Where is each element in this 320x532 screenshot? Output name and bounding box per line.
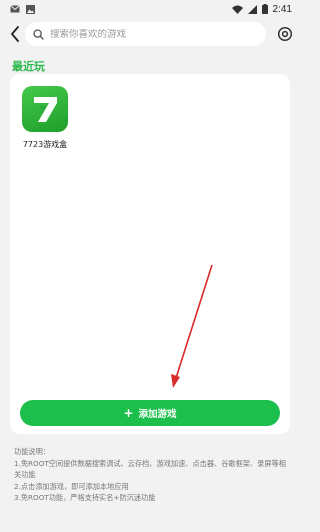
settings-button[interactable] — [275, 23, 295, 45]
search-icon — [33, 28, 44, 40]
battery-icon — [261, 4, 268, 14]
add-game-button[interactable]: + 添加游戏 — [20, 400, 280, 426]
7723-app-icon — [22, 86, 68, 132]
header — [0, 20, 300, 48]
notification-icons — [10, 4, 35, 14]
description-line-1: 1.免ROOT空间提供数据搜索调试、云存档、游戏加速、点击器、谷歌框架、录屏等相… — [14, 458, 286, 480]
signal-icon — [247, 4, 257, 14]
seven-logo-icon — [34, 97, 57, 122]
back-button[interactable] — [6, 23, 24, 45]
description-line-3: 3.免ROOT功能，严格支持实名+防沉迷功能 — [14, 493, 156, 502]
game-item-7723[interactable]: 7723游戏盒 — [20, 86, 70, 150]
search-bar[interactable] — [25, 22, 266, 46]
search-input[interactable] — [50, 28, 250, 40]
game-label: 7723游戏盒 — [22, 140, 68, 149]
description-heading: 功能说明： — [14, 447, 50, 456]
recent-games-card: 7723游戏盒 + 添加游戏 — [10, 74, 290, 434]
clock: 2:41 — [272, 3, 292, 15]
status-bar: 2:41 — [0, 0, 300, 18]
mail-icon — [10, 5, 20, 13]
system-icons: 2:41 — [231, 3, 292, 15]
add-game-label: 添加游戏 — [138, 409, 177, 420]
chevron-left-icon — [11, 26, 19, 42]
wifi-icon — [231, 5, 243, 14]
description-line-2: 2.点击添加游戏，即可添加本地应用 — [14, 481, 129, 491]
feature-description: 功能说明： 1.免ROOT空间提供数据搜索调试、云存档、游戏加速、点击器、谷歌框… — [14, 446, 290, 504]
section-title-recent: 最近玩 — [12, 60, 45, 73]
image-icon — [26, 4, 35, 14]
gear-icon — [277, 26, 293, 42]
plus-icon: + — [123, 406, 134, 420]
